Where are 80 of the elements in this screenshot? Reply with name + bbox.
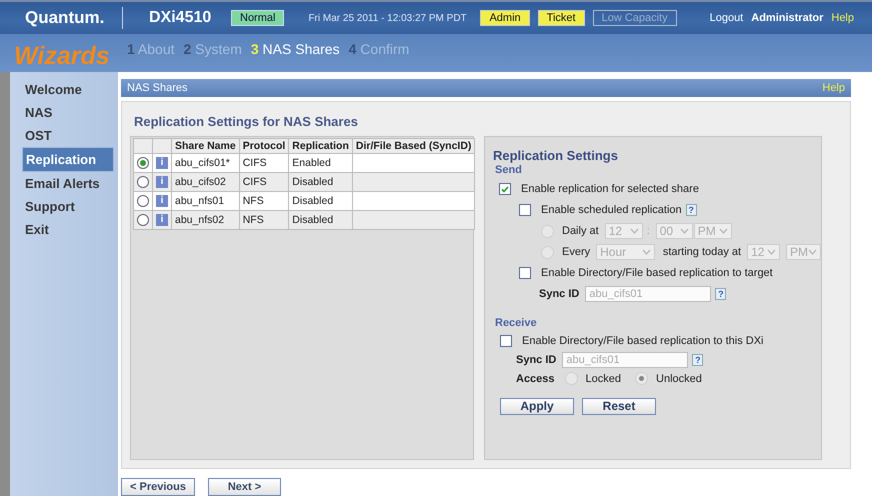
table-cell: CIFS <box>239 153 289 172</box>
info-icon[interactable]: i <box>156 176 168 188</box>
help-link[interactable]: Help <box>822 82 845 94</box>
caret-icon <box>680 228 689 234</box>
table-cell: Enabled <box>288 153 352 172</box>
table-cell: abu_nfs02 <box>172 210 240 230</box>
sidebar-item[interactable]: Exit <box>22 218 114 241</box>
sidebar-item[interactable]: OST <box>22 124 114 147</box>
user-name: Administrator <box>751 12 824 24</box>
panel-title: NAS Shares <box>127 82 188 94</box>
label: starting today at <box>662 246 742 258</box>
alert-badge[interactable]: Admin <box>480 10 530 26</box>
table-cell: Disabled <box>288 210 352 230</box>
wizard-step[interactable]: 2 System <box>184 41 242 57</box>
label: Sync ID <box>539 288 580 300</box>
info-icon[interactable]: i <box>156 214 168 226</box>
wizard-step[interactable]: 1 About <box>127 41 174 57</box>
sidebar-item[interactable]: Support <box>22 195 114 218</box>
row-radio[interactable] <box>137 176 149 188</box>
label: Every <box>562 246 590 258</box>
column-header: Share Name <box>172 138 240 154</box>
previous-button[interactable]: < Previous <box>121 478 195 496</box>
column-header: Dir/File Based (SyncID) <box>352 138 475 154</box>
table-cell: abu_cifs01* <box>172 153 240 172</box>
info-icon[interactable]: i <box>156 157 168 170</box>
next-button[interactable]: Next > <box>208 478 281 496</box>
sidebar-item[interactable]: Welcome <box>22 78 114 101</box>
row-radio[interactable] <box>137 195 149 208</box>
sidebar-item[interactable]: Email Alerts <box>22 172 114 195</box>
label: Locked <box>586 372 622 385</box>
column-header: Replication <box>288 138 352 154</box>
wizard-step[interactable]: 3 NAS Shares <box>250 41 340 57</box>
column-header: Protocol <box>239 138 289 154</box>
label: Sync ID <box>516 354 556 366</box>
logout-link[interactable]: Logout <box>710 12 744 24</box>
sidebar-item[interactable]: Replication <box>22 147 114 172</box>
logo: Quantum. <box>25 8 106 28</box>
apply-button[interactable]: Apply <box>500 398 574 415</box>
caret-icon <box>718 228 728 234</box>
row-radio[interactable] <box>137 157 149 170</box>
label: Enable Directory/File based replication to target <box>541 267 773 280</box>
table-cell: Disabled <box>288 191 352 210</box>
caret-icon <box>642 249 651 256</box>
checkbox[interactable] <box>519 204 531 216</box>
table-cell: CIFS <box>239 172 289 192</box>
help-link[interactable]: Help <box>831 12 854 24</box>
wizard-step[interactable]: 4 Confirm <box>348 41 410 57</box>
checkbox[interactable] <box>499 183 511 196</box>
table-cell: NFS <box>239 191 289 210</box>
checkbox[interactable] <box>519 267 531 280</box>
section-label: Receive <box>495 316 538 329</box>
sidebar-item[interactable]: NAS <box>22 101 114 124</box>
table-cell: abu_cifs02 <box>172 172 240 192</box>
label: Daily at <box>562 225 599 238</box>
wizard-title: Wizards <box>14 42 111 70</box>
reset-button[interactable]: Reset <box>582 398 656 415</box>
label: Unlocked <box>656 372 702 385</box>
info-icon[interactable]: i <box>156 195 168 208</box>
table-cell: Disabled <box>288 172 352 192</box>
table-cell: NFS <box>239 210 289 230</box>
row-radio[interactable] <box>137 214 149 226</box>
section-label: Send <box>495 164 523 176</box>
help-icon[interactable]: ? <box>686 204 697 216</box>
model-name: DXi4510 <box>149 9 212 27</box>
table-cell: abu_nfs01 <box>172 191 240 210</box>
separator: : <box>646 225 650 238</box>
label: Enable Directory/File based replication to this DXi <box>522 334 764 347</box>
caret-icon <box>808 249 817 256</box>
label: Enable replication for selected share <box>521 183 699 196</box>
label: Enable scheduled replication <box>541 204 682 216</box>
alert-badge[interactable]: Ticket <box>538 10 585 26</box>
checkbox[interactable] <box>500 334 512 347</box>
label: Access <box>516 372 555 385</box>
status-badge: Normal <box>231 10 284 26</box>
caret-icon <box>630 228 639 234</box>
alert-badge[interactable]: Low Capacity <box>592 10 677 26</box>
section-heading: Replication Settings for NAS Shares <box>134 114 359 129</box>
date-time: Fri Mar 25 2011 - 12:03:27 PM PDT <box>308 12 468 24</box>
caret-icon <box>767 249 776 256</box>
pane-title: Replication Settings <box>493 148 619 163</box>
